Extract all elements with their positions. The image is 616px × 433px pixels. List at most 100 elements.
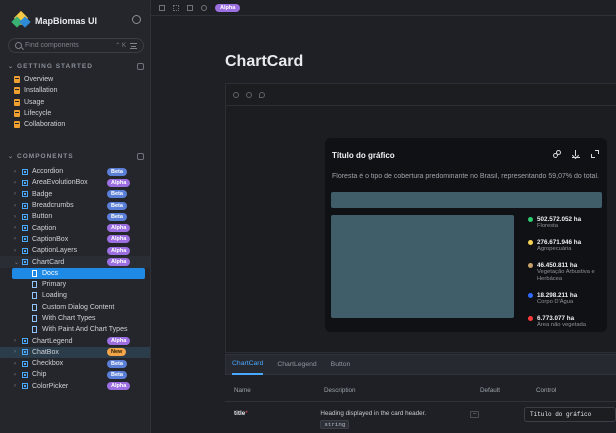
expand-icon[interactable] [591,150,599,158]
background-icon[interactable] [173,4,179,11]
status-badge: Beta [107,201,127,210]
legend-item: 46.450.811 ha Vegetação Arbustiva e Herb… [528,262,604,292]
status-badge: Beta [107,212,127,221]
status-badge: Alpha [107,382,131,391]
tab-chartlegend[interactable]: ChartLegend [277,354,316,375]
chevron-right-icon: › [14,383,16,390]
card-title: Título do gráfico [332,151,395,160]
arg-name: title [234,410,246,417]
bookmark-icon [32,292,37,300]
nav-item-lifecycle[interactable]: Lifecycle [0,108,150,119]
document-icon [14,76,20,84]
expand-collapse-icon[interactable] [137,153,144,160]
bookmark-icon [32,303,37,311]
component-icon [22,259,28,266]
nav-item-collaboration[interactable]: Collaboration [0,119,150,130]
story-item-with-chart-types[interactable]: With Chart Types [0,313,150,324]
status-badge: Alpha [107,178,131,187]
share-icon[interactable] [553,150,561,158]
status-badge: New [107,348,127,357]
section-components[interactable]: ⌄ COMPONENTS [8,153,144,160]
document-icon [14,110,20,118]
chevron-right-icon: › [14,191,16,198]
download-icon[interactable] [572,150,580,158]
section-getting-started[interactable]: ⌄ GETTING STARTED [8,63,144,70]
legend-dot [528,293,533,298]
document-icon [14,98,20,106]
sidebar-item-badge[interactable]: › Badge Beta [0,189,150,200]
chevron-right-icon: › [14,225,16,232]
tab-button[interactable]: Button [331,354,351,375]
status-badge: Beta [107,190,127,199]
reset-zoom-icon[interactable] [259,91,265,98]
document-icon [14,121,20,129]
story-item-with-paint-and-chart-types[interactable]: With Paint And Chart Types [0,324,150,335]
component-icon [22,168,28,175]
legend-item: 18.298.211 ha Corpo D'Água [528,292,604,315]
zoom-out-icon[interactable] [246,91,252,98]
sidebar-item-caption[interactable]: › Caption Alpha [0,222,150,233]
filter-icon[interactable] [130,42,137,49]
page-title: ChartCard [225,53,304,70]
measure-icon[interactable] [201,4,207,11]
status-badge: Alpha [107,258,131,267]
legend-item: 276.671.946 ha Agropecuária [528,239,604,262]
sidebar-item-breadcrumbs[interactable]: › Breadcrumbs Beta [0,200,150,211]
bookmark-icon [32,326,37,334]
required-marker: * [245,410,248,417]
chevron-right-icon: › [14,236,16,243]
status-badge: Beta [107,359,127,368]
status-badge: Alpha [107,235,131,244]
bookmark-icon [32,281,37,289]
sidebar-item-areaevolutionbox[interactable]: › AreaEvolutionBox Alpha [0,177,150,188]
legend-dot [528,217,533,222]
viewport-icon[interactable] [187,4,193,11]
component-icon [22,179,28,186]
status-badge: Alpha [107,224,131,233]
search-icon [15,42,22,49]
search-input[interactable] [25,42,116,49]
sidebar: MapBiomas UI ⌃ K ⌄GETTING STARTED Overvi… [0,0,151,433]
settings-icon[interactable] [132,15,141,24]
chevron-right-icon: › [14,213,16,220]
getting-started-list: Overview Installation Usage Lifecycle Co… [0,74,150,130]
table-row: title* Heading displayed in the card hea… [225,402,616,433]
brand[interactable]: MapBiomas UI [11,10,98,29]
nav-item-installation[interactable]: Installation [0,85,150,96]
story-item-custom-dialog-content[interactable]: Custom Dialog Content [0,302,150,313]
args-table-header: Name Description Default Control [225,380,616,402]
nav-item-usage[interactable]: Usage [0,97,150,108]
legend-dot [528,240,533,245]
chevron-down-icon: ⌄ [8,64,15,70]
story-item-primary[interactable]: Primary [0,279,150,290]
sidebar-item-chartlegend[interactable]: › ChartLegend Alpha [0,335,150,346]
search-box[interactable]: ⌃ K [8,38,144,53]
chevron-right-icon: › [14,338,16,345]
type-chip: string [320,420,350,429]
story-item-docs[interactable]: Docs [12,267,145,279]
bar-skeleton [331,192,602,208]
chevron-right-icon: › [14,179,16,186]
title-control-input[interactable] [524,407,616,422]
story-item-loading[interactable]: Loading [0,290,150,301]
sidebar-item-chartcard[interactable]: ⌄ ChartCard Alpha [0,256,150,268]
sidebar-item-chatbox[interactable]: › ChatBox New [0,346,150,359]
component-icon [22,338,28,345]
expand-collapse-icon[interactable] [137,63,144,70]
sidebar-item-captionbox[interactable]: › CaptionBox Alpha [0,234,150,245]
component-icon [22,349,28,356]
sidebar-item-button[interactable]: › Button Beta [0,211,150,222]
sidebar-item-chip[interactable]: › Chip Beta [0,369,150,380]
zoom-in-icon[interactable] [233,91,239,98]
chart-legend: 502.572.052 ha Floresta 276.671.946 ha A… [528,216,604,338]
grid-icon[interactable] [159,4,165,11]
sidebar-item-checkbox[interactable]: › Checkbox Beta [0,358,150,369]
sidebar-item-colorpicker[interactable]: › ColorPicker Alpha [0,381,150,392]
sidebar-item-captionlayers[interactable]: › CaptionLayers Alpha [0,245,150,256]
arg-description: Heading displayed in the card header. [320,410,427,417]
canvas-toolbar [226,84,616,106]
nav-item-overview[interactable]: Overview [0,74,150,85]
sidebar-item-accordion[interactable]: › Accordion Beta [0,166,150,177]
brand-title: MapBiomas UI [35,16,98,26]
tab-chartcard[interactable]: ChartCard [232,354,264,375]
